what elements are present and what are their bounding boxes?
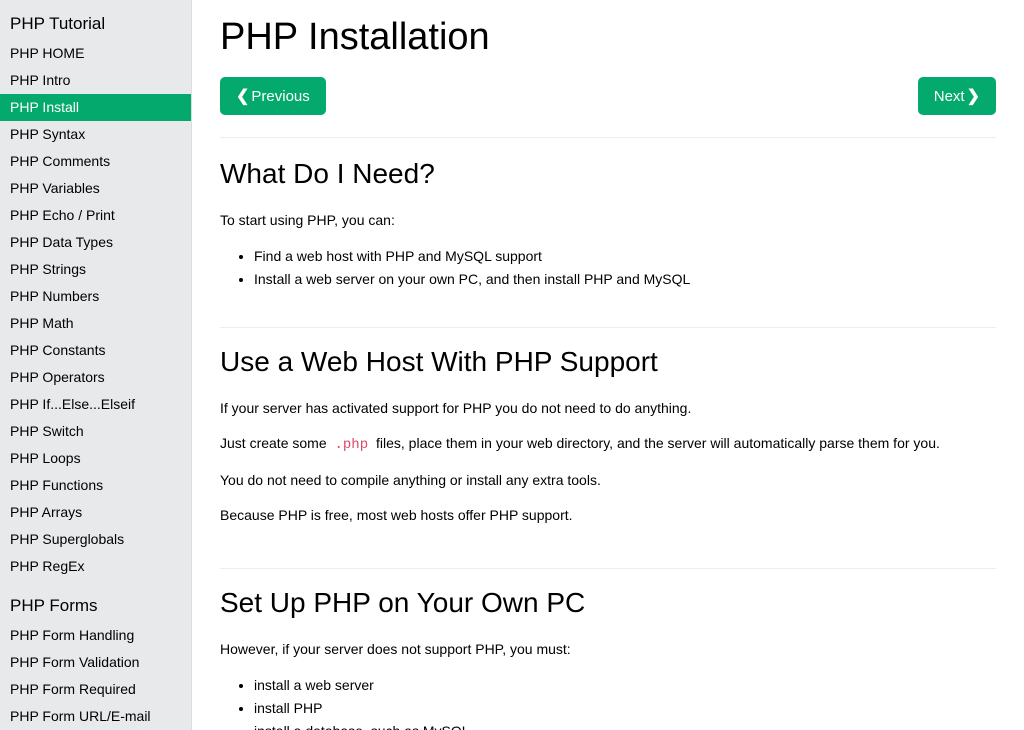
previous-label: Previous [251, 88, 309, 105]
need-list: Find a web host with PHP and MySQL suppo… [254, 245, 996, 291]
sidebar-item[interactable]: PHP Form Required [0, 676, 191, 703]
sidebar-item[interactable]: PHP RegEx [0, 553, 191, 580]
web-host-p4: Because PHP is free, most web hosts offe… [220, 505, 996, 526]
chevron-left-icon: ❮ [236, 86, 249, 106]
sidebar-item[interactable]: PHP Form Handling [0, 622, 191, 649]
sidebar-item[interactable]: PHP Intro [0, 67, 191, 94]
section-heading: What Do I Need? [220, 158, 996, 190]
next-label: Next [934, 88, 965, 105]
web-host-p3: You do not need to compile anything or i… [220, 470, 996, 491]
nav-buttons: ❮ Previous Next ❯ [220, 77, 996, 138]
sidebar-item[interactable]: PHP Loops [0, 445, 191, 472]
sidebar-heading: PHP Forms [0, 590, 191, 622]
section-what-do-i-need: What Do I Need? To start using PHP, you … [220, 158, 996, 328]
sidebar-item[interactable]: PHP Math [0, 310, 191, 337]
sidebar-heading: PHP Tutorial [0, 8, 191, 40]
sidebar-item[interactable]: PHP Comments [0, 148, 191, 175]
own-pc-list: install a web serverinstall PHPinstall a… [254, 674, 996, 730]
sidebar-item[interactable]: PHP If...Else...Elseif [0, 391, 191, 418]
sidebar-item[interactable]: PHP Syntax [0, 121, 191, 148]
web-host-p2: Just create some .php files, place them … [220, 433, 996, 456]
section-heading: Use a Web Host With PHP Support [220, 346, 996, 378]
sidebar-item[interactable]: PHP Arrays [0, 499, 191, 526]
section-own-pc: Set Up PHP on Your Own PC However, if yo… [220, 587, 996, 730]
sidebar-item[interactable]: PHP Echo / Print [0, 202, 191, 229]
sidebar-item[interactable]: PHP Numbers [0, 283, 191, 310]
list-item: install a database, such as MySQL [254, 720, 996, 730]
sidebar-item[interactable]: PHP Form Validation [0, 649, 191, 676]
next-button[interactable]: Next ❯ [918, 77, 996, 115]
code-php-ext: .php [331, 436, 373, 454]
list-item: install a web server [254, 674, 996, 697]
chevron-right-icon: ❯ [967, 86, 980, 106]
sidebar-item[interactable]: PHP Operators [0, 364, 191, 391]
sidebar-item[interactable]: PHP HOME [0, 40, 191, 67]
previous-button[interactable]: ❮ Previous [220, 77, 326, 115]
sidebar-item[interactable]: PHP Variables [0, 175, 191, 202]
page-title: PHP Installation [220, 16, 996, 59]
sidebar-item[interactable]: PHP Functions [0, 472, 191, 499]
web-host-p1: If your server has activated support for… [220, 398, 996, 419]
sidebar-item[interactable]: PHP Constants [0, 337, 191, 364]
sidebar-item[interactable]: PHP Data Types [0, 229, 191, 256]
list-item: Find a web host with PHP and MySQL suppo… [254, 245, 996, 268]
section-web-host: Use a Web Host With PHP Support If your … [220, 346, 996, 569]
sidebar-item[interactable]: PHP Superglobals [0, 526, 191, 553]
sidebar-item[interactable]: PHP Install [0, 94, 191, 121]
sidebar-item[interactable]: PHP Strings [0, 256, 191, 283]
sidebar: PHP TutorialPHP HOMEPHP IntroPHP Install… [0, 0, 192, 730]
section-heading: Set Up PHP on Your Own PC [220, 587, 996, 619]
own-pc-intro: However, if your server does not support… [220, 639, 996, 660]
list-item: Install a web server on your own PC, and… [254, 268, 996, 291]
sidebar-item[interactable]: PHP Form URL/E-mail [0, 703, 191, 730]
main-content: PHP Installation ❮ Previous Next ❯ What … [192, 0, 1024, 730]
section-intro: To start using PHP, you can: [220, 210, 996, 231]
sidebar-item[interactable]: PHP Switch [0, 418, 191, 445]
list-item: install PHP [254, 697, 996, 720]
